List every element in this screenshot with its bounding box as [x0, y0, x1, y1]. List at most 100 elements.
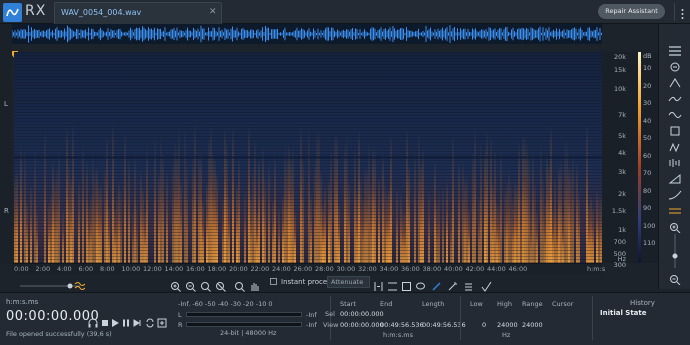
- history-item[interactable]: Initial State: [600, 309, 647, 317]
- meter-right: [186, 322, 302, 327]
- zoom-fit-icon[interactable]: [215, 277, 226, 292]
- format-info: 24-bit | 48000 Hz: [220, 329, 277, 337]
- db-axis[interactable]: dB 10 20 30 40 50 60 70 80 90 100 110: [632, 52, 658, 263]
- spectrogram[interactable]: [14, 52, 602, 263]
- spectral-repair-icon[interactable]: [667, 58, 683, 72]
- record-icon[interactable]: [157, 313, 167, 328]
- brush-icon[interactable]: [431, 277, 442, 291]
- db-tick-label: 60: [643, 151, 652, 160]
- overview-waveform[interactable]: [11, 24, 602, 44]
- fade-icon[interactable]: [667, 186, 683, 200]
- status-message: File opened successfully (39,6 s): [6, 330, 112, 338]
- close-icon[interactable]: ✕: [209, 7, 217, 17]
- time-tick-label: 18:00: [207, 265, 227, 273]
- divider: [592, 296, 593, 340]
- hand-tool-icon[interactable]: [249, 277, 260, 291]
- tool-panel: [658, 24, 690, 289]
- db-tick-label: 50: [643, 134, 652, 142]
- de-reverb-icon[interactable]: [667, 138, 683, 153]
- time-tick-label: 26:00: [293, 265, 313, 273]
- vertical-zoom-slider[interactable]: [667, 234, 683, 268]
- header-cursor: Cursor: [552, 300, 574, 308]
- zoom-out-icon[interactable]: [667, 270, 683, 286]
- zoom-in-time-icon[interactable]: [170, 277, 181, 292]
- view-high[interactable]: 24000: [497, 321, 518, 329]
- lasso-icon[interactable]: [415, 277, 426, 290]
- view-low[interactable]: 0: [482, 321, 486, 329]
- zoom-out-time-icon[interactable]: [185, 277, 196, 292]
- db-tick-label: 30: [643, 99, 652, 107]
- sel-label: Sel: [325, 310, 335, 318]
- view-end[interactable]: 00:49:56.536: [380, 321, 424, 329]
- divider: [674, 3, 675, 21]
- stop-icon[interactable]: [100, 313, 110, 326]
- db-tick-label: 10: [643, 64, 652, 72]
- freq-selection-icon[interactable]: [387, 277, 398, 291]
- time-tick-label: 16:00: [186, 265, 205, 273]
- freq-tick-label: 2k: [618, 190, 626, 198]
- freq-tick-label: 15k: [613, 66, 626, 74]
- time-selection-icon[interactable]: [373, 277, 384, 291]
- magic-wand-icon[interactable]: [447, 277, 458, 291]
- normalize-icon[interactable]: [667, 202, 683, 214]
- sel-start[interactable]: 00:00:00.000: [340, 310, 384, 318]
- frequency-axis[interactable]: 20k15k10k7k5k4k3k2k1.5k1k700500300100Hz: [602, 52, 632, 283]
- freq-tick-label: 7k: [618, 111, 626, 119]
- view-start[interactable]: 00:00:00.000: [340, 321, 384, 329]
- instant-mode-select[interactable]: Attenuate: [327, 276, 370, 288]
- time-tick-label: 8:00: [100, 265, 115, 273]
- modules-list-icon[interactable]: [667, 42, 683, 56]
- meter-scale: -Inf. -60 -50 -40 -30 -20 -10 0: [178, 300, 273, 308]
- de-hum-icon[interactable]: [667, 106, 683, 118]
- view-label: View: [323, 321, 339, 329]
- freq-tick-label: 20k: [613, 53, 626, 61]
- dialogue-isolate-icon[interactable]: [667, 122, 683, 136]
- time-tick-label: 34:00: [379, 265, 399, 273]
- freq-tick-label: 1.5k: [611, 207, 626, 215]
- channel-label-right[interactable]: R: [4, 207, 9, 215]
- db-unit-label: dB: [643, 52, 652, 60]
- freq-tick-label: 3k: [618, 168, 626, 176]
- history-title: History: [630, 299, 655, 307]
- meter-left: [186, 312, 302, 317]
- time-unit-label: h:m:s: [587, 265, 606, 273]
- app-logo-text: RX: [25, 3, 47, 19]
- box-selection-icon[interactable]: [401, 277, 412, 291]
- freq-tick-label: 700: [613, 238, 626, 246]
- zoom-in-icon[interactable]: [667, 218, 683, 234]
- harmonic-select-icon[interactable]: [463, 277, 474, 291]
- play-selection-icon[interactable]: [133, 313, 143, 327]
- pause-icon[interactable]: [121, 313, 131, 327]
- gain-icon[interactable]: [667, 170, 683, 184]
- spectrogram-settings-icon[interactable]: [74, 277, 86, 290]
- zoom-tool-icon[interactable]: [234, 277, 245, 292]
- spectral-de-noise-icon[interactable]: [667, 154, 683, 167]
- headphones-icon[interactable]: [88, 313, 98, 328]
- time-tick-label: 32:00: [358, 265, 377, 273]
- waveform-opacity-slider[interactable]: [20, 277, 80, 289]
- freq-tick-label: 5k: [618, 132, 626, 140]
- channel-label-left[interactable]: L: [4, 100, 8, 108]
- time-tick-label: 6:00: [78, 265, 94, 273]
- time-ruler[interactable]: 0:00 2:00 4:00 6:00 8:00 10:00 12:00 14:00 16:00…: [12, 263, 606, 274]
- time-tick-label: 12:00: [143, 265, 162, 273]
- pencil-icon[interactable]: [481, 277, 492, 292]
- time-format-select[interactable]: h:m:s.ms: [6, 298, 38, 306]
- de-click-icon[interactable]: [667, 74, 683, 88]
- instant-process-checkbox[interactable]: [270, 278, 277, 285]
- loop-icon[interactable]: [145, 313, 155, 328]
- file-tab[interactable]: WAV_0054_004.wav ✕: [54, 2, 222, 24]
- freq-tick-label: 10k: [613, 85, 626, 93]
- playhead-marker-icon[interactable]: [12, 44, 18, 59]
- zoom-selection-icon[interactable]: [200, 277, 211, 292]
- divider: [330, 296, 331, 340]
- time-tick-label: 2:00: [35, 265, 51, 273]
- view-range[interactable]: 24000: [522, 321, 543, 329]
- repair-assistant-button[interactable]: Repair Assistant: [598, 4, 665, 19]
- eq-icon[interactable]: [667, 90, 683, 102]
- time-tick-label: 46:00: [508, 265, 528, 273]
- freq-tick-label: 1k: [618, 226, 626, 234]
- divider: [460, 296, 461, 340]
- play-icon[interactable]: [110, 313, 120, 327]
- more-menu-icon[interactable]: [678, 5, 687, 19]
